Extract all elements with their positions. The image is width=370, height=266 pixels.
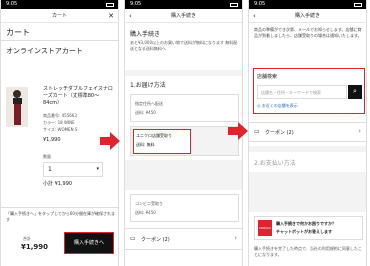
checkout-button[interactable]: 購入手続きへ (64, 232, 114, 254)
status-time: 9:05 (6, 1, 18, 7)
coupon-row[interactable]: ▭ クーポン (2) › (125, 228, 242, 250)
divider (1, 40, 118, 41)
store-search-input[interactable]: 店舗名・住所・キーワードで検索 (257, 85, 347, 99)
flow-arrow-1-shaft (100, 137, 110, 145)
section-spacer (125, 160, 242, 190)
cart-screen: 9:05 カート ✕ カート オンラインストアカート ストレッチダブルフェイスナ… (0, 0, 119, 266)
header-title: 購入手続き (294, 13, 320, 19)
delivery-section-title: 1.お届け方法 (130, 82, 166, 89)
product-number: 商品番号: 455663 (43, 113, 77, 118)
product-color: カラー: 18 WINE (43, 120, 75, 125)
back-icon[interactable]: ‹ (129, 9, 132, 23)
chatbot-banner[interactable]: UNIQLO 購入手続きで何かお困りですか？ チャットボットがお答えします (254, 216, 363, 240)
terms-note: 購入手続きを完了した時点で、当社の利用規約に同意したことになります。 (254, 246, 362, 257)
flow-arrow-2-shaft (228, 127, 238, 135)
status-bar: 9:05 (125, 0, 242, 9)
option-title: 指定住所へ配送 (135, 101, 163, 106)
total-label: 合計 (23, 236, 31, 241)
product-size: サイズ: WOMEN S (43, 127, 78, 132)
chevron-right-icon: › (234, 234, 237, 242)
quantity-select[interactable]: 1 ▾ (43, 162, 103, 177)
free-shipping-note: あと¥3,000以上のお買い物で送料が無料になります 無料配送となる送料無料へ (130, 40, 238, 51)
chevron-down-icon: ▾ (96, 166, 99, 172)
product-name[interactable]: ストレッチダブルフェイスナローズカート（丈標準80〜84cm） (43, 86, 115, 107)
status-bar: 9:05 (1, 0, 118, 9)
chatbot-title: 購入手続きで何かお困りですか？ (276, 221, 336, 226)
header-title: 購入手続き (170, 13, 196, 19)
cart-header: カート ✕ (1, 9, 118, 23)
battery-icon (230, 3, 238, 7)
coupon-row[interactable]: ▭ クーポン (2) › (249, 122, 366, 142)
delivery-option-convenience[interactable]: コンビニ受取り 送料: ¥450 (130, 194, 239, 222)
page-title: カート (6, 28, 30, 37)
store-search-panel: 店舗検索 店舗名・住所・キーワードで検索 ⌕ ◎ お近くの店舗を表示 (253, 68, 365, 114)
option-fee: 送料: ¥450 (135, 210, 156, 215)
store-search-title: 店舗検索 (257, 74, 278, 80)
pickup-intro: 商品の準備ができ次第、メールでお知らせします。店舗に商品が到着しましたら、店舗受… (254, 27, 362, 38)
delivery-option-home[interactable]: 指定住所へ配送 送料: ¥450 (130, 94, 239, 122)
chevron-right-icon: › (358, 127, 361, 135)
product-image[interactable] (6, 87, 28, 127)
section-divider (125, 70, 242, 76)
flow-arrow-2-icon (238, 122, 248, 140)
page-title: 購入手続き (130, 31, 161, 38)
screenshot-stage: 9:05 カート ✕ カート オンラインストアカート ストレッチダブルフェイスナ… (0, 0, 370, 266)
option-title: ユニクロ店舗受取り (136, 133, 172, 138)
checkout-header: ‹ 購入手続き (125, 9, 242, 23)
stock-note: 「購入手続きへ」をタップしてから60分間在庫が確保されます (6, 211, 115, 222)
uniqlo-logo-text: UNIQLO (259, 226, 271, 230)
search-button[interactable]: ⌕ (348, 85, 362, 99)
close-icon[interactable]: ✕ (108, 9, 114, 23)
status-time: 9:05 (254, 1, 266, 7)
nearby-stores-label: お近くの店舗を表示 (261, 103, 298, 108)
divider (1, 207, 118, 208)
search-icon: ⌕ (353, 87, 357, 95)
option-fee: 送料: 無料 (136, 142, 155, 147)
coupon-icon: ▭ (130, 235, 136, 242)
cart-subtitle: オンラインストアカート (6, 47, 83, 55)
quantity-label: 数量 (43, 154, 51, 159)
battery-icon (106, 3, 114, 7)
search-placeholder: 店舗名・住所・キーワードで検索 (261, 90, 321, 95)
uniqlo-logo: UNIQLO (258, 220, 272, 236)
status-time: 9:05 (130, 1, 142, 7)
header-title: カート (51, 13, 67, 19)
payment-section-title: 2.お支払い方法 (254, 160, 296, 167)
checkout-store-screen: 9:05 ‹ 購入手続き 商品の準備ができ次第、メールでお知らせします。店舗に商… (248, 0, 367, 266)
checkout-header: ‹ 購入手続き (249, 9, 366, 23)
nearby-stores-link[interactable]: ◎ お近くの店舗を表示 (257, 103, 298, 109)
product-price: ¥1,990 (43, 137, 61, 143)
back-icon[interactable]: ‹ (253, 9, 256, 23)
chatbot-subtitle: チャットボットがお答えします (276, 229, 332, 234)
battery-icon (354, 3, 362, 7)
coupon-label: クーポン (2) (265, 130, 294, 136)
status-bar: 9:05 (249, 0, 366, 9)
section-spacer (249, 172, 366, 212)
section-divider (249, 146, 366, 152)
coupon-label: クーポン (2) (141, 237, 170, 243)
delivery-option-store[interactable]: ユニクロ店舗受取り 送料: 無料 (130, 126, 239, 156)
coupon-icon: ▭ (254, 128, 260, 135)
option-title: コンビニ受取り (135, 201, 163, 206)
subtotal: 小計 ¥1,990 (43, 181, 73, 187)
total-amount: ¥1,990 (21, 243, 49, 251)
checkout-delivery-screen: 9:05 ‹ 購入手続き 購入手続き あと¥3,000以上のお買い物で送料が無料… (124, 0, 243, 266)
option-fee: 送料: ¥450 (135, 110, 156, 115)
quantity-value: 1 (48, 166, 52, 173)
flow-arrow-1-icon (110, 132, 120, 150)
